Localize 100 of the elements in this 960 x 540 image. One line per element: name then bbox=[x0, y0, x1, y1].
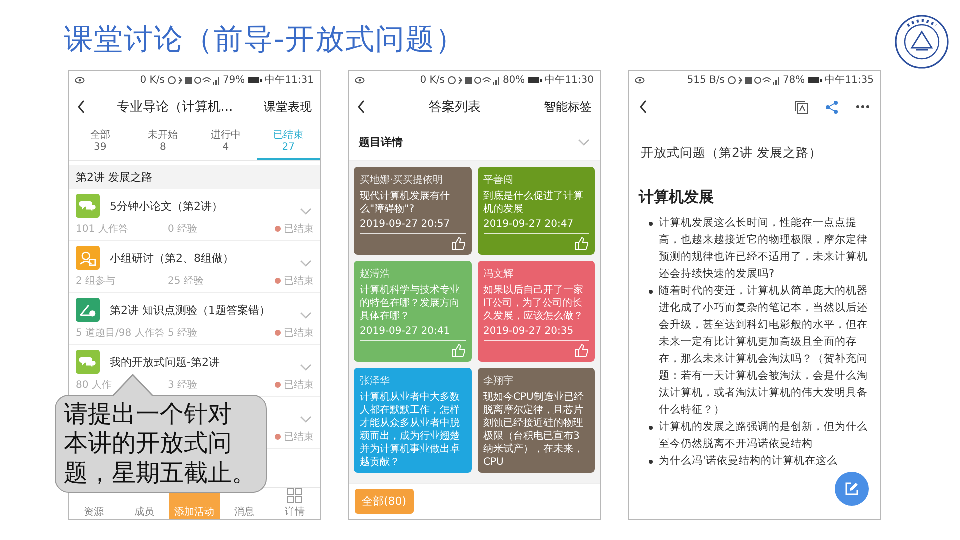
document-icon[interactable] bbox=[795, 100, 808, 114]
bullet-text: 随着时代的变迁，计算机从简单庞大的机器进化成了小巧而复杂的笔记本，当然以后还会升级，甚至达到科幻电影般的水平，但在未来一定有比计算机更加高级且全面的存在，那么未来计算机会淘汰吗？（贺补充问题：若有一天计算机会被淘汰，会是什么淘汰计算机，或者淘汰计算机的伟大发明具备什么特征？） bbox=[659, 285, 868, 416]
back-icon[interactable] bbox=[639, 100, 648, 114]
thumbs-up-icon[interactable] bbox=[575, 237, 589, 251]
answer-text: 计算机从业者中大多数人都在默默工作，怎样才能从众多从业者中脱颖而出，成为行业翘楚并为计算机事业做出卓越贡献？ bbox=[360, 391, 461, 469]
chat-bubbles-icon bbox=[76, 194, 100, 218]
network-speed: 0 K/s bbox=[420, 74, 445, 86]
share-icon[interactable] bbox=[826, 100, 838, 114]
answer-text: 现如今CPU制造业已经脱离摩尔定律，且芯片刻蚀已经接近硅的物理极限（台积电已宣布3纳米试产），在未来，CPU bbox=[484, 391, 585, 469]
answer-text: 如果以后自己开了一家IT公司，为了公司的长久发展，应该怎么做？ bbox=[484, 284, 584, 323]
answer-text: 现代计算机发展有什么"障碍物"? bbox=[360, 190, 451, 216]
battery-icon bbox=[528, 76, 542, 84]
eye-icon bbox=[75, 76, 85, 84]
bullet-icon bbox=[649, 426, 653, 430]
participant-count: 5 道题目/98 人作答 bbox=[76, 327, 166, 340]
class-performance-button[interactable]: 课堂表现 bbox=[264, 98, 312, 116]
activity-title: 我的开放式问题-第2讲 bbox=[110, 354, 221, 370]
activity-item[interactable]: 第2讲 知识点测验（1题答案错） 5 道题目/98 人作答 5 经验 已结束 bbox=[69, 293, 320, 345]
thumbs-up-icon[interactable] bbox=[575, 344, 589, 358]
activity-title: 5分钟小论文（第2讲） bbox=[110, 198, 224, 214]
activity-title: 第2讲 知识点测验（1题答案错） bbox=[110, 302, 272, 318]
clock: 中午11:31 bbox=[265, 74, 314, 87]
answer-card[interactable]: 张泽华 计算机从业者中大多数人都在默默工作，怎样才能从众多从业者中脱颖而出，成为行业翘楚并为计算机事业做出卓越贡献？ bbox=[354, 368, 472, 473]
screen-title: 专业导论（计算机... bbox=[116, 99, 234, 116]
activity-item[interactable]: 5分钟小论文（第2讲） 101 人作答 0 经验 已结束 bbox=[69, 189, 320, 241]
author-name: 张泽华 bbox=[360, 374, 391, 388]
answer-time: 2019-09-27 20:35 bbox=[484, 326, 575, 337]
article-heading: 计算机发展 bbox=[639, 188, 715, 207]
person-icon bbox=[76, 246, 100, 270]
status-dot bbox=[275, 330, 281, 336]
back-icon[interactable] bbox=[357, 100, 366, 114]
bullet-text: 计算机的发展之路强调的是创新，但为什么至今仍然脱离不开冯诺依曼结构 bbox=[659, 421, 868, 450]
chevron-down-icon[interactable] bbox=[578, 139, 590, 146]
answer-card[interactable]: 平善闯 到底是什么促进了计算机的发展 2019-09-27 20:47 bbox=[478, 167, 595, 255]
chevron-down-icon[interactable] bbox=[300, 260, 312, 267]
points-label: 25 经验 bbox=[168, 275, 204, 288]
back-icon[interactable] bbox=[77, 100, 86, 114]
status-label: 已结束 bbox=[284, 326, 314, 340]
slide-title: 课堂讨论（前导-开放式问题） bbox=[64, 21, 466, 58]
status-label: 已结束 bbox=[284, 430, 314, 444]
battery-level: 80% bbox=[502, 74, 526, 86]
author-name: 赵溥浩 bbox=[360, 268, 391, 281]
battery-level: 78% bbox=[782, 74, 806, 86]
author-name: 冯文辉 bbox=[484, 268, 514, 281]
bullet-icon bbox=[649, 290, 653, 294]
chevron-down-icon[interactable] bbox=[300, 416, 312, 423]
network-speed: 515 B/s bbox=[687, 74, 725, 86]
section-header: 第2讲 发展之路 bbox=[69, 165, 320, 189]
participant-count: 2 组参与 bbox=[76, 274, 117, 288]
status-dot bbox=[275, 434, 281, 440]
chevron-down-icon[interactable] bbox=[300, 364, 312, 371]
signal-icons bbox=[448, 76, 500, 84]
question-details-label[interactable]: 题目详情 bbox=[359, 135, 403, 150]
answer-time: 2019-09-27 20:57 bbox=[360, 219, 452, 230]
participant-count: 101 人作答 bbox=[76, 223, 130, 236]
battery-level: 79% bbox=[222, 74, 246, 86]
points-label: 5 经验 bbox=[168, 327, 198, 340]
answer-card[interactable]: 李翔宇 现如今CPU制造业已经脱离摩尔定律，且芯片刻蚀已经接近硅的物理极限（台积电已宣布3纳米试产），在未来，CPU bbox=[478, 368, 595, 473]
more-icon[interactable] bbox=[856, 105, 870, 109]
status-dot bbox=[275, 226, 281, 232]
status-label: 已结束 bbox=[284, 378, 314, 392]
article-title: 开放式问题（第2讲 发展之路） bbox=[641, 145, 823, 162]
eye-icon bbox=[635, 76, 645, 84]
points-label: 0 经验 bbox=[168, 223, 198, 236]
points-label: 3 经验 bbox=[168, 379, 198, 392]
filter-tab[interactable]: 进行中 4 bbox=[194, 125, 258, 160]
clock: 中午11:35 bbox=[825, 74, 874, 87]
bullet-text: 为什么冯'诺依曼结构的计算机在这么 bbox=[659, 455, 838, 467]
activity-item[interactable]: 小组研讨（第2、8组做） 2 组参与 25 经验 已结束 bbox=[69, 241, 320, 293]
battery-icon bbox=[248, 76, 262, 84]
clock: 中午11:30 bbox=[545, 74, 594, 87]
author-name: 买地娜·买买提依明 bbox=[360, 174, 444, 187]
answer-text: 到底是什么促进了计算机的发展 bbox=[484, 190, 584, 216]
thumbs-up-icon[interactable] bbox=[452, 237, 466, 251]
bullet-icon bbox=[649, 222, 653, 226]
filter-tab[interactable]: 未开始 8 bbox=[132, 125, 194, 160]
smart-tags-button[interactable]: 智能标签 bbox=[544, 98, 592, 116]
thumbs-up-icon[interactable] bbox=[452, 344, 466, 358]
answer-time: 2019-09-27 20:41 bbox=[360, 326, 452, 337]
status-label: 已结束 bbox=[284, 274, 314, 288]
answer-card[interactable]: 冯文辉 如果以后自己开了一家IT公司，为了公司的长久发展，应该怎么做？ 2019-09-27 20:35 bbox=[478, 261, 595, 362]
battery-icon bbox=[808, 76, 822, 84]
eye-icon bbox=[355, 76, 365, 84]
status-label: 已结束 bbox=[284, 222, 314, 236]
filter-tab[interactable]: 已结束 27 bbox=[257, 125, 320, 160]
author-name: 平善闯 bbox=[484, 174, 514, 187]
signal-icons bbox=[168, 76, 220, 84]
screen-title: 答案列表 bbox=[428, 99, 482, 116]
participant-count: 80 人作 bbox=[76, 379, 113, 392]
answer-card[interactable]: 买地娜·买买提依明 现代计算机发展有什么"障碍物"? 2019-09-27 20:57 bbox=[354, 167, 472, 255]
chat-bubbles-icon bbox=[76, 350, 100, 374]
answer-time: 2019-09-27 20:47 bbox=[484, 219, 575, 230]
network-speed: 0 K/s bbox=[140, 74, 165, 86]
answer-text: 计算机科学与技术专业的特色在哪？发展方向具体在哪？ bbox=[360, 284, 461, 323]
chevron-down-icon[interactable] bbox=[300, 208, 312, 215]
activity-title: 小组研讨（第2、8组做） bbox=[110, 250, 235, 266]
filter-tab[interactable]: 全部 39 bbox=[69, 125, 132, 160]
signal-icons bbox=[728, 76, 780, 84]
author-name: 李翔宇 bbox=[484, 374, 514, 388]
chevron-down-icon[interactable] bbox=[300, 312, 312, 319]
